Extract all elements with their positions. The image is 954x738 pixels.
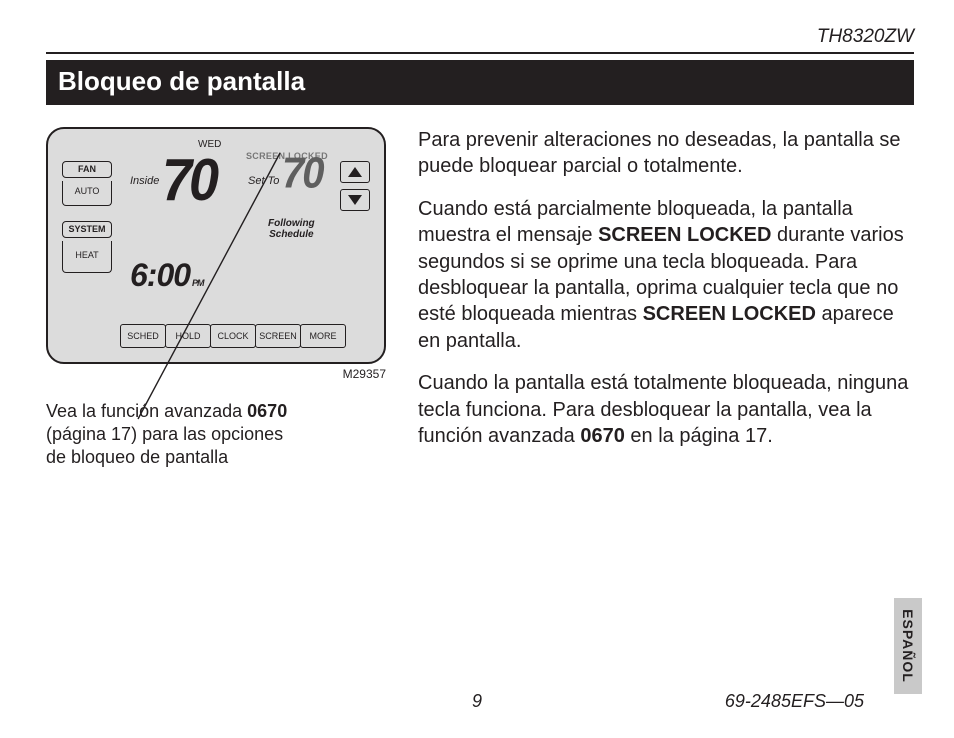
figure-code: M29357 xyxy=(343,367,386,381)
triangle-up-icon xyxy=(348,167,362,177)
thermostat-screen: FAN AUTO SYSTEM HEAT WED Inside 70 SCREE… xyxy=(46,127,386,364)
p2b: SCREEN LOCKED xyxy=(598,224,771,246)
bottom-button-row: SCHED HOLD CLOCK SCREEN MORE xyxy=(120,324,345,348)
body-text: Para prevenir alteraciones no deseadas, … xyxy=(418,127,914,469)
hold-button[interactable]: HOLD xyxy=(165,324,211,348)
caption-pre: Vea la función avanzada xyxy=(46,401,247,421)
header-rule xyxy=(46,52,914,54)
set-temp: 70 xyxy=(282,149,323,199)
model-number: TH8320ZW xyxy=(46,26,914,48)
screen-button[interactable]: SCREEN xyxy=(255,324,301,348)
following-schedule: Following Schedule xyxy=(268,219,315,240)
system-mode[interactable]: HEAT xyxy=(62,241,112,273)
p2d: SCREEN LOCKED xyxy=(643,303,816,325)
following-line1: Following xyxy=(268,218,315,229)
p3b: 0670 xyxy=(580,425,625,447)
left-column: FAN AUTO SYSTEM HEAT WED Inside 70 SCREE… xyxy=(46,127,386,469)
time-value: 6:00 xyxy=(130,257,190,293)
p3c: en la página 17. xyxy=(625,425,773,447)
fan-button[interactable]: FAN xyxy=(62,161,112,178)
set-to-label: Set To xyxy=(248,175,279,187)
paragraph-1: Para prevenir alteraciones no deseadas, … xyxy=(418,127,914,180)
paragraph-2: Cuando está parcialmente bloqueada, la p… xyxy=(418,196,914,354)
temp-down-button[interactable] xyxy=(340,189,370,211)
clock-time: 6:00PM xyxy=(130,257,204,294)
document-number: 69-2485EFS—05 xyxy=(725,691,864,712)
clock-button[interactable]: CLOCK xyxy=(210,324,256,348)
following-line2: Schedule xyxy=(269,229,313,240)
section-title: Bloqueo de pantalla xyxy=(46,60,914,105)
language-tab: ESPAÑOL xyxy=(894,598,922,694)
figure-caption: Vea la función avanzada 0670 (página 17)… xyxy=(46,400,296,469)
ampm: PM xyxy=(192,278,204,288)
paragraph-3: Cuando la pantalla está totalmente bloqu… xyxy=(418,370,914,449)
fan-mode[interactable]: AUTO xyxy=(62,181,112,206)
content-row: FAN AUTO SYSTEM HEAT WED Inside 70 SCREE… xyxy=(46,127,914,469)
system-button[interactable]: SYSTEM xyxy=(62,221,112,238)
triangle-down-icon xyxy=(348,195,362,205)
caption-code: 0670 xyxy=(247,401,287,421)
caption-post: (página 17) para las opciones de bloqueo… xyxy=(46,424,283,467)
sched-button[interactable]: SCHED xyxy=(120,324,166,348)
more-button[interactable]: MORE xyxy=(300,324,346,348)
inside-temp: 70 xyxy=(162,146,216,214)
thermostat-figure: FAN AUTO SYSTEM HEAT WED Inside 70 SCREE… xyxy=(46,127,386,364)
temp-up-button[interactable] xyxy=(340,161,370,183)
inside-label: Inside xyxy=(130,175,159,187)
language-label: ESPAÑOL xyxy=(900,609,916,683)
